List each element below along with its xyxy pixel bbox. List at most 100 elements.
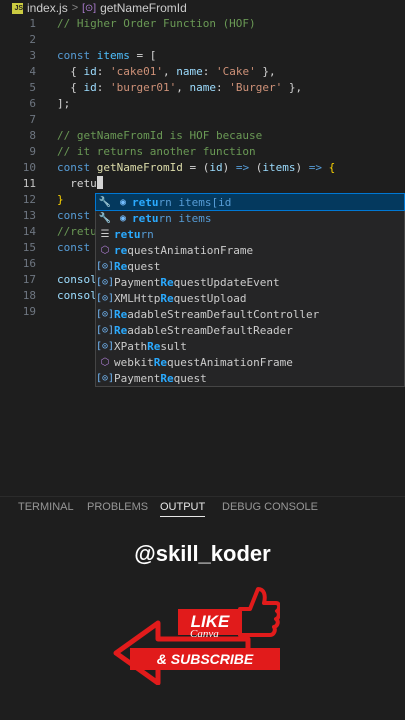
code-token: consol	[57, 273, 97, 286]
breadcrumb-symbol[interactable]: getNameFromId	[100, 1, 187, 15]
suggestion-label: XMLHttpRequestUpload	[114, 292, 246, 305]
label-match: Re	[160, 291, 174, 305]
code-token: const	[57, 209, 97, 222]
code-line[interactable]: 4 { id: 'cake01', name: 'Cake' },	[0, 64, 405, 80]
code-token: = [	[129, 49, 157, 62]
code-line[interactable]: 10 const getNameFromId = (id) => (items) …	[0, 160, 405, 176]
code-line[interactable]: 6];	[0, 96, 405, 112]
label-suffix: rn items	[158, 211, 212, 225]
label-match: Re	[160, 371, 174, 385]
subscribe-label: & SUBSCRIBE	[130, 648, 280, 670]
panel-tab-terminal[interactable]: TERMINAL	[18, 501, 74, 513]
suggestion-item[interactable]: [⊙] PaymentRequest	[96, 370, 404, 386]
suggestion-item[interactable]: 🔧 ◉ return items[id	[95, 193, 405, 211]
code-text: { id: 'burger01', name: 'Burger' },	[57, 80, 302, 96]
line-number: 6	[29, 97, 36, 110]
code-token: //retu	[57, 225, 97, 238]
code-text: //retu	[57, 224, 97, 240]
label-suffix: adableStreamDefaultController	[127, 307, 320, 321]
snippet-icon: 🔧	[98, 212, 112, 224]
label-prefix: XPath	[114, 339, 148, 353]
label-match: re	[114, 243, 128, 257]
code-token: },	[282, 81, 303, 94]
code-text: const getNameFromId = (id) => (items) =>…	[57, 160, 335, 176]
code-token: {	[57, 65, 84, 78]
line-number: 7	[29, 113, 36, 126]
label-suffix: rn items[id	[158, 195, 232, 209]
label-suffix: adableStreamDefaultReader	[127, 323, 293, 337]
variable-icon: [⊙]	[96, 340, 115, 352]
suggestion-item[interactable]: [⊙] ReadableStreamDefaultController	[96, 306, 404, 322]
code-token: )	[222, 161, 236, 174]
code-token: 'Burger'	[229, 81, 283, 94]
label-prefix: Payment	[114, 371, 161, 385]
code-token: getNameFromId	[96, 161, 183, 174]
variable-icon: [⊙]	[96, 260, 115, 272]
suggestion-label: XPathResult	[114, 340, 187, 353]
variable-icon: ◉	[119, 196, 127, 208]
line-number: 2	[29, 33, 36, 46]
code-token: :	[96, 81, 110, 94]
code-line[interactable]: 8 // getNameFromId is HOF because	[0, 128, 405, 144]
code-token: const	[57, 49, 97, 62]
suggestion-item[interactable]: [⊙] XPathResult	[96, 338, 404, 354]
label-match: retu	[114, 227, 141, 241]
code-token: ];	[57, 97, 71, 110]
code-token: retu	[57, 177, 97, 190]
panel-tab-debug-console[interactable]: DEBUG CONSOLE	[222, 501, 318, 513]
suggestion-label: return items	[132, 212, 211, 225]
panel-tab-output[interactable]: OUTPUT	[160, 501, 206, 517]
code-token: 'burger01'	[110, 81, 177, 94]
line-number: 3	[29, 49, 36, 62]
suggestion-item[interactable]: ⬡ requestAnimationFrame	[96, 242, 404, 258]
label-match: Re	[114, 323, 128, 337]
code-token: 'cake01'	[110, 65, 163, 78]
code-token: },	[255, 65, 276, 78]
code-line[interactable]: 3 const items = [	[0, 48, 405, 64]
code-line[interactable]: 5 { id: 'burger01', name: 'Burger' },	[0, 80, 405, 96]
code-token: name	[176, 65, 203, 78]
suggestion-label: PaymentRequestUpdateEvent	[114, 276, 280, 289]
breadcrumb-file[interactable]: index.js	[27, 1, 68, 15]
code-line[interactable]: 11 retu	[0, 176, 405, 192]
panel-tab-bar: TERMINAL PROBLEMS OUTPUT DEBUG CONSOLE	[0, 496, 405, 519]
suggestion-item[interactable]: ☰ return	[96, 226, 404, 242]
label-prefix: webkit	[114, 355, 154, 369]
canva-watermark: Canva	[190, 628, 219, 640]
code-token: // it returns another function	[57, 145, 256, 158]
label-prefix: XMLHttp	[114, 291, 161, 305]
label-suffix: rn	[140, 227, 154, 241]
label-match: Re	[114, 307, 128, 321]
code-text: { id: 'cake01', name: 'Cake' },	[57, 64, 276, 80]
code-token: name	[189, 81, 216, 94]
code-token: ,	[162, 65, 177, 78]
suggestion-item[interactable]: [⊙] Request	[96, 258, 404, 274]
code-token: // Higher Order Function (HOF)	[57, 17, 256, 30]
code-token: 'Cake'	[215, 65, 256, 78]
suggestion-label: return items[id	[132, 196, 231, 209]
code-token: id	[83, 65, 97, 78]
like-subscribe-graphic: LIKE Canva & SUBSCRIBE	[108, 585, 288, 695]
method-icon: ⬡	[100, 356, 110, 368]
suggestion-label: return	[114, 228, 154, 241]
suggestion-item[interactable]: [⊙] PaymentRequestUpdateEvent	[96, 274, 404, 290]
suggestion-widget[interactable]: 🔧 ◉ return items[id 🔧 ◉ return items ☰ return ⬡ r…	[95, 193, 405, 387]
label-match: Re	[153, 355, 167, 369]
code-line[interactable]: 2	[0, 32, 405, 48]
suggestion-item[interactable]: 🔧 ◉ return items	[96, 210, 404, 226]
code-text: // Higher Order Function (HOF)	[57, 16, 256, 32]
label-suffix: sult	[160, 339, 187, 353]
code-line[interactable]: 9 // it returns another function	[0, 144, 405, 160]
suggestion-item[interactable]: [⊙] ReadableStreamDefaultReader	[96, 322, 404, 338]
suggestion-item[interactable]: ⬡ webkitRequestAnimationFrame	[96, 354, 404, 370]
code-text: const	[57, 240, 97, 256]
breadcrumb: JS index.js > [⊙] getNameFromId	[0, 0, 405, 16]
code-line[interactable]: 1 // Higher Order Function (HOF)	[0, 16, 405, 32]
code-token: = (	[182, 161, 210, 174]
code-line[interactable]: 7	[0, 112, 405, 128]
panel-tab-problems[interactable]: PROBLEMS	[87, 501, 148, 513]
line-number: 4	[29, 65, 36, 78]
code-token: (	[249, 161, 263, 174]
suggestion-item[interactable]: [⊙] XMLHttpRequestUpload	[96, 290, 404, 306]
